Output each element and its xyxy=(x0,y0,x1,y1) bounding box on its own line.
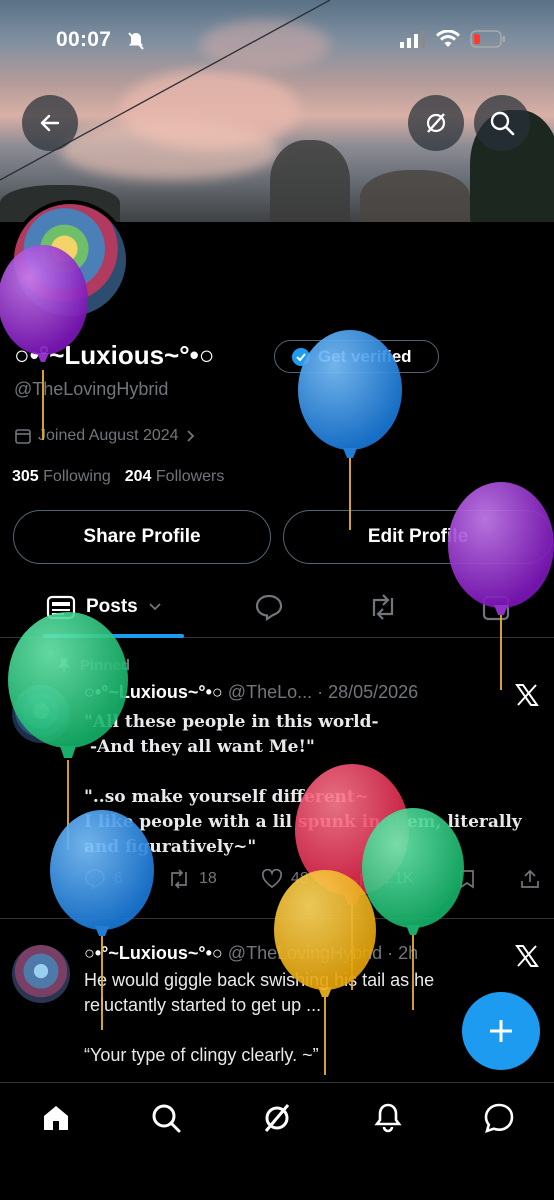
wifi-icon xyxy=(436,30,460,47)
tab-posts-label: Posts xyxy=(86,596,138,617)
post-line: -And they all want Me!" xyxy=(90,737,315,757)
nav-grok[interactable] xyxy=(260,1102,294,1139)
post-author[interactable]: ○•°~Luxious~°•○ xyxy=(84,943,223,963)
chevron-right-icon xyxy=(186,430,194,442)
search-icon xyxy=(152,1104,181,1133)
nav-messages[interactable] xyxy=(482,1102,516,1139)
repost-icon xyxy=(372,594,394,620)
verified-badge-icon xyxy=(292,347,310,366)
post-header: ○•°~Luxious~°•○ @TheLovingHybrid · 2h xyxy=(84,943,418,964)
silent-bell-icon xyxy=(126,31,146,56)
post-actions: 6 18 48 2.1K xyxy=(84,868,540,890)
search-icon xyxy=(490,111,515,136)
joined-label: Joined August 2024 xyxy=(38,427,179,444)
post-body[interactable]: He would giggle back swishing his tail a… xyxy=(84,968,524,1068)
calendar-icon xyxy=(15,429,31,444)
post-handle-date: @TheLovingHybrid · 2h xyxy=(227,943,419,963)
post-line: “Your type of clingy clearly. ~” xyxy=(84,1045,319,1065)
follow-stats: 305 Following 204 Followers xyxy=(12,468,224,486)
followers-count: 204 xyxy=(124,468,152,485)
chat-icon xyxy=(484,1103,514,1134)
display-name: ○•°~Luxious~°•○ xyxy=(14,340,215,370)
post-avatar[interactable] xyxy=(12,945,70,1003)
views-icon xyxy=(354,873,372,887)
share-profile-button[interactable]: Share Profile xyxy=(13,510,271,564)
post-line: He would giggle back swishing his tail a… xyxy=(84,970,435,990)
edit-profile-button[interactable]: Edit Profile xyxy=(283,510,553,564)
nav-search[interactable] xyxy=(150,1102,182,1139)
post-line: "..so make yourself different~ xyxy=(84,787,369,807)
bell-icon xyxy=(374,1103,402,1133)
share-action[interactable] xyxy=(520,868,540,890)
like-action[interactable]: 48 xyxy=(261,868,309,890)
share-icon xyxy=(521,869,539,888)
chevron-down-icon xyxy=(149,603,161,611)
repost-count: 18 xyxy=(199,870,217,887)
followers-label: Followers xyxy=(155,468,225,485)
profile-avatar[interactable] xyxy=(10,200,130,320)
post-line: "All these people in this world- xyxy=(84,712,379,732)
media-icon xyxy=(482,595,510,621)
status-time: 00:07 xyxy=(56,28,112,51)
bookmark-icon xyxy=(460,870,474,889)
profile-handle: @TheLovingHybrid xyxy=(14,379,169,399)
repost-action[interactable]: 18 xyxy=(167,868,217,890)
nav-notifications[interactable] xyxy=(372,1102,404,1139)
nav-home[interactable] xyxy=(40,1102,72,1139)
grok-icon xyxy=(264,1104,290,1132)
following-count: 305 xyxy=(12,468,39,485)
tab-posts[interactable]: Posts xyxy=(46,594,162,620)
reply-icon xyxy=(255,594,283,622)
status-icons xyxy=(400,30,506,48)
tab-replies[interactable] xyxy=(254,593,284,626)
pinned-indicator: Pinned xyxy=(56,657,130,674)
grok-icon xyxy=(426,113,446,133)
tab-reposts[interactable] xyxy=(366,594,400,625)
get-verified-button[interactable]: Get verified xyxy=(274,340,439,373)
bottom-navigation xyxy=(0,1082,554,1200)
active-tab-indicator xyxy=(43,634,184,638)
post-handle-date: @TheLo... · 28/05/2026 xyxy=(227,682,419,702)
post-divider xyxy=(0,918,554,919)
pin-icon xyxy=(57,657,71,673)
reply-icon xyxy=(85,869,105,890)
post-line xyxy=(84,760,534,785)
views-count: 2.1K xyxy=(380,870,414,887)
back-arrow-icon xyxy=(40,114,60,132)
home-icon xyxy=(44,1106,68,1130)
x-logo-icon[interactable] xyxy=(514,682,540,713)
grok-button[interactable] xyxy=(408,95,464,151)
post-line xyxy=(84,1018,524,1043)
posts-icon xyxy=(46,595,76,620)
back-button[interactable] xyxy=(22,95,78,151)
post-avatar[interactable] xyxy=(12,685,70,743)
get-verified-label: Get verified xyxy=(318,346,412,366)
following-label: Following xyxy=(43,468,111,485)
heart-icon xyxy=(261,869,282,889)
reply-count: 6 xyxy=(114,870,123,887)
following-link[interactable]: 305 Following xyxy=(12,468,111,486)
post-line: I like people with a lil spunk in them, … xyxy=(84,812,522,832)
post-line: reluctantly started to get up ... xyxy=(84,995,322,1015)
pinned-label: Pinned xyxy=(80,657,131,674)
plus-icon xyxy=(490,1020,512,1042)
battery-low-icon xyxy=(470,30,505,48)
post-line: and figuratively~" xyxy=(84,837,257,857)
search-button[interactable] xyxy=(474,95,530,151)
views-action[interactable]: 2.1K xyxy=(353,868,414,890)
reply-action[interactable]: 6 xyxy=(84,868,123,890)
joined-date[interactable]: Joined August 2024 xyxy=(14,427,197,445)
repost-icon xyxy=(171,869,187,889)
post-author[interactable]: ○•°~Luxious~°•○ xyxy=(84,682,223,702)
compose-post-button[interactable] xyxy=(462,992,540,1070)
like-count: 48 xyxy=(290,870,309,887)
signal-icon xyxy=(400,30,425,48)
bookmark-action[interactable] xyxy=(458,868,476,890)
followers-link[interactable]: 204 Followers xyxy=(125,468,225,486)
post-header: ○•°~Luxious~°•○ @TheLo... · 28/05/2026 xyxy=(84,682,418,703)
post-body[interactable]: "All these people in this world- -And th… xyxy=(84,710,534,860)
tab-media[interactable] xyxy=(482,595,510,626)
